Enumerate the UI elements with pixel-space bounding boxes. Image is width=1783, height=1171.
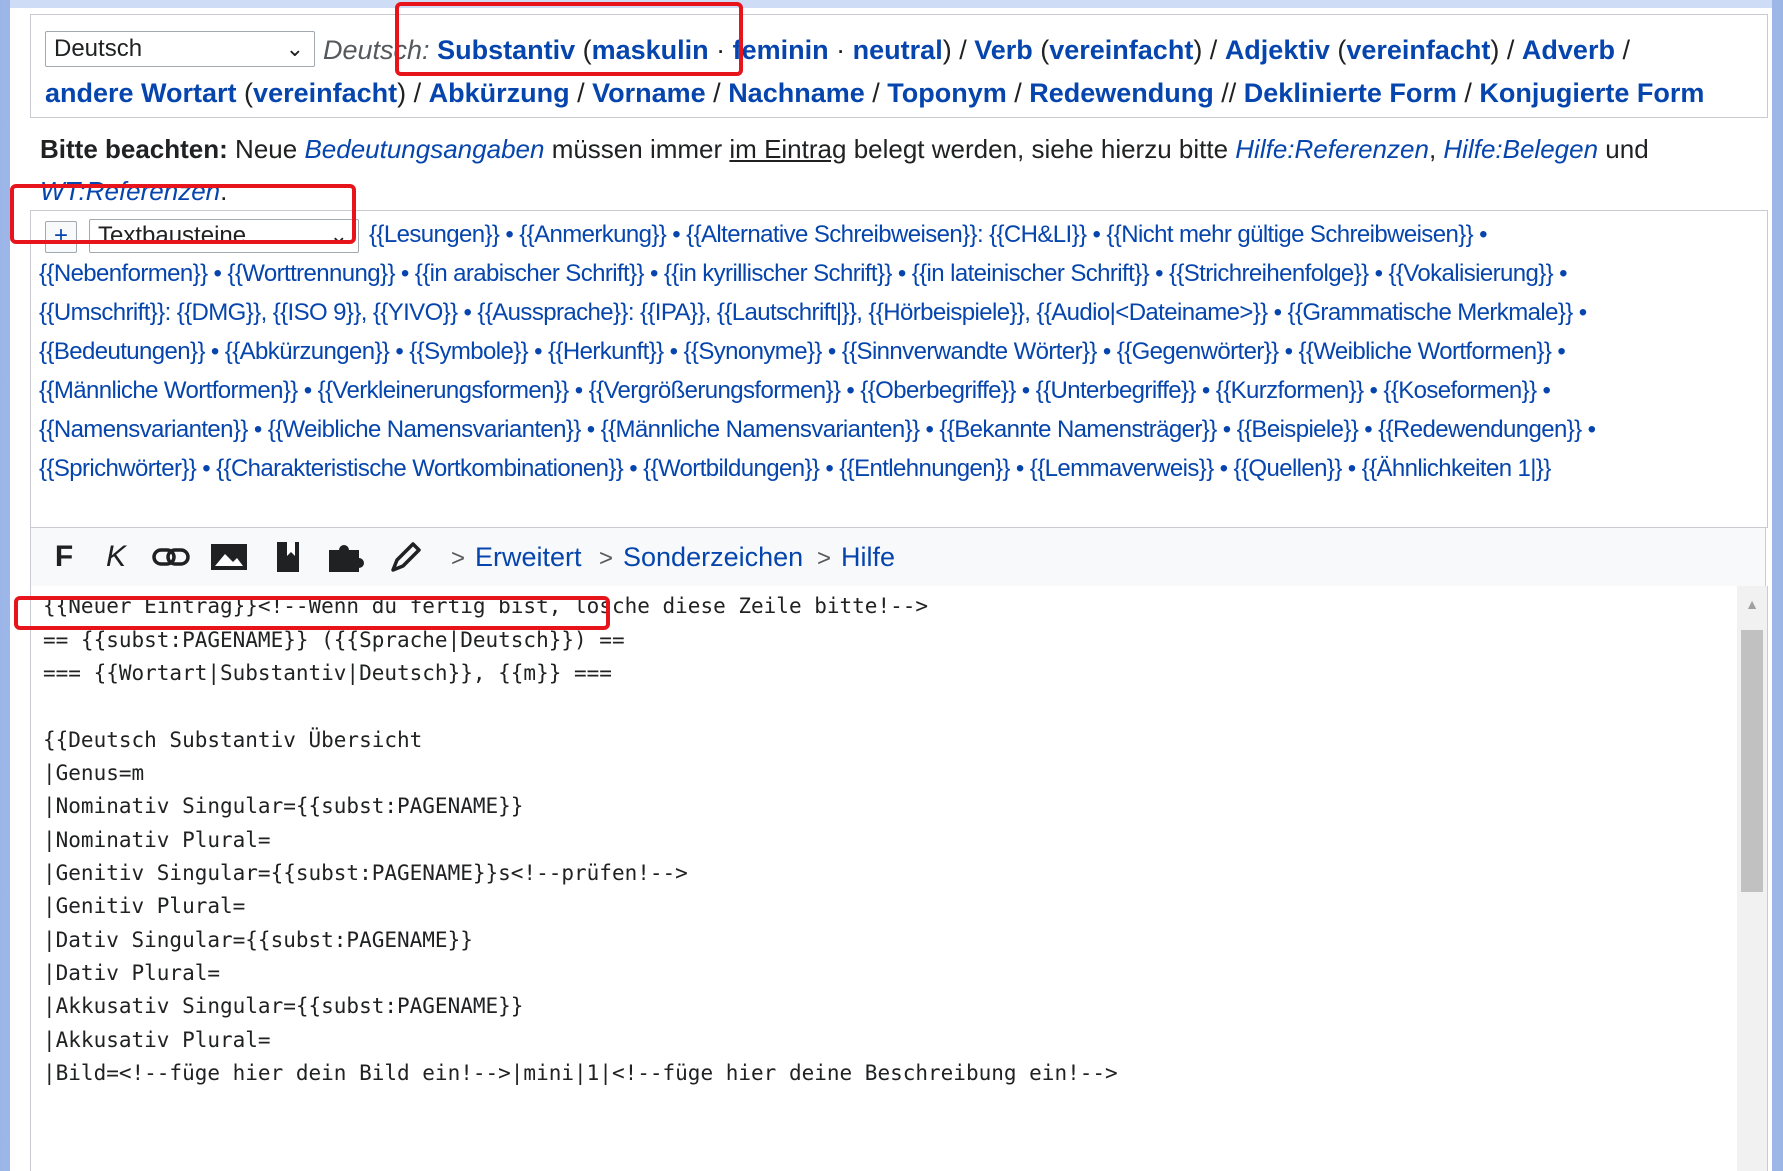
notice-text-2: müssen immer — [551, 134, 723, 164]
notice-lead: Bitte beachten: — [40, 134, 228, 164]
editor-line: |Bild=<!--füge hier dein Bild ein!-->|mi… — [43, 1061, 1118, 1085]
tab-sonderzeichen[interactable]: > Sonderzeichen — [599, 538, 803, 578]
template-line[interactable]: {{Namensvarianten}} • {{Weibliche Namens… — [39, 416, 1596, 444]
tab-erweitert[interactable]: > Erweitert — [451, 538, 582, 578]
italic-button[interactable]: K — [99, 536, 133, 578]
editor-line: |Genus=m — [43, 761, 145, 785]
reference-icon[interactable] — [269, 536, 309, 578]
highlight-box-wortart-line — [14, 596, 610, 630]
scrollbar-thumb[interactable] — [1741, 630, 1763, 892]
chevron-right-icon: > — [599, 545, 614, 572]
editor-line: == {{subst:PAGENAME}} ({{Sprache|Deutsch… — [43, 628, 625, 652]
editor-line: |Nominativ Singular={{subst:PAGENAME}} — [43, 794, 524, 818]
template-line[interactable]: {{Männliche Wortformen}} • {{Verkleineru… — [39, 377, 1551, 405]
link-hilfe-belegen[interactable]: Hilfe:Belegen — [1443, 134, 1598, 164]
puzzle-icon[interactable] — [325, 536, 369, 578]
pencil-icon[interactable] — [385, 536, 425, 578]
template-line[interactable]: {{Sprichwörter}} • {{Charakteristische W… — [39, 455, 1551, 483]
language-select-value: Deutsch — [54, 35, 143, 62]
link-andere-wortart[interactable]: andere Wortart — [45, 78, 237, 108]
editor-line: |Akkusativ Singular={{subst:PAGENAME}} — [43, 994, 524, 1018]
link-toponym[interactable]: Toponym — [887, 78, 1006, 108]
link-verb-vereinfacht[interactable]: vereinfacht — [1049, 35, 1193, 65]
editor-line: {{Deutsch Substantiv Übersicht — [43, 728, 423, 752]
page: Deutsch ⌄ Deutsch: Substantiv (maskulin … — [10, 0, 1772, 1171]
highlight-box-textbausteine — [10, 184, 356, 244]
tab-sonderzeichen-label: Sonderzeichen — [623, 542, 804, 572]
link-nachname[interactable]: Nachname — [728, 78, 865, 108]
chevron-right-icon: > — [817, 545, 832, 572]
image-icon[interactable] — [209, 536, 249, 578]
link-vorname[interactable]: Vorname — [592, 78, 706, 108]
chevron-right-icon: > — [451, 545, 466, 572]
link-abkuerzung[interactable]: Abkürzung — [429, 78, 570, 108]
notice-text-3: belegt werden, siehe hierzu bitte — [853, 134, 1229, 164]
notice-text-4: und — [1605, 134, 1649, 164]
link-andere-vereinfacht[interactable]: vereinfacht — [253, 78, 397, 108]
editor-line: |Genitiv Singular={{subst:PAGENAME}}s<!-… — [43, 861, 688, 885]
editor-line: |Dativ Plural= — [43, 961, 221, 985]
wortart-row-2: andere Wortart (vereinfacht) / Abkürzung… — [45, 78, 1705, 108]
editor-scrollbar[interactable]: ▲ — [1737, 586, 1767, 1171]
link-im-eintrag[interactable]: im Eintrag — [729, 134, 846, 164]
link-verb[interactable]: Verb — [974, 35, 1033, 65]
editor-toolbar: F K > Erweitert > Sonderzeichen > Hilfe — [30, 527, 1766, 587]
editor-line: |Nominativ Plural= — [43, 828, 271, 852]
template-line[interactable]: {{Nebenformen}} • {{Worttrennung}} • {{i… — [39, 260, 1568, 288]
notice-text-1: Neue — [235, 134, 298, 164]
link-feminin[interactable]: feminin — [733, 35, 829, 65]
tab-erweitert-label: Erweitert — [475, 542, 582, 572]
link-redewendung[interactable]: Redewendung — [1029, 78, 1214, 108]
link-adverb[interactable]: Adverb — [1522, 35, 1615, 65]
link-icon[interactable] — [151, 536, 191, 578]
link-hilfe-referenzen[interactable]: Hilfe:Referenzen — [1235, 134, 1429, 164]
wortart-panel: Deutsch ⌄ Deutsch: Substantiv (maskulin … — [30, 14, 1768, 118]
scroll-up-icon[interactable]: ▲ — [1737, 596, 1767, 616]
editor-line: |Dativ Singular={{subst:PAGENAME}} — [43, 928, 473, 952]
link-adjektiv-vereinfacht[interactable]: vereinfacht — [1346, 35, 1490, 65]
template-line[interactable]: {{Lesungen}} • {{Anmerkung}} • {{Alterna… — [369, 221, 1488, 249]
editor-line: |Akkusativ Plural= — [43, 1028, 271, 1052]
textbausteine-panel: + Textbausteine ⌄ {{Lesungen}} • {{Anmer… — [30, 210, 1768, 528]
tab-hilfe[interactable]: > Hilfe — [817, 538, 895, 578]
editor-line: |Genitiv Plural= — [43, 894, 246, 918]
template-line[interactable]: {{Umschrift}}: {{DMG}}, {{ISO 9}}, {{YIV… — [39, 299, 1587, 327]
language-select[interactable]: Deutsch ⌄ — [45, 31, 315, 67]
top-banner-strip — [10, 0, 1772, 8]
template-line[interactable]: {{Bedeutungen}} • {{Abkürzungen}} • {{Sy… — [39, 338, 1566, 366]
link-bedeutungsangaben[interactable]: Bedeutungsangaben — [304, 134, 544, 164]
editor-line: === {{Wortart|Substantiv|Deutsch}}, {{m}… — [43, 661, 612, 685]
link-neutral[interactable]: neutral — [853, 35, 943, 65]
highlight-box-substantiv-maskulin — [395, 2, 743, 76]
wikitext-editor[interactable]: {{Neuer Eintrag}}<!--Wenn du fertig bist… — [30, 586, 1768, 1171]
tab-hilfe-label: Hilfe — [841, 542, 896, 572]
link-adjektiv[interactable]: Adjektiv — [1225, 35, 1330, 65]
link-deklinierte-form[interactable]: Deklinierte Form — [1244, 78, 1457, 108]
chevron-down-icon: ⌄ — [285, 36, 304, 61]
bold-button[interactable]: F — [47, 536, 81, 578]
link-konjugierte-form[interactable]: Konjugierte Form — [1479, 78, 1704, 108]
